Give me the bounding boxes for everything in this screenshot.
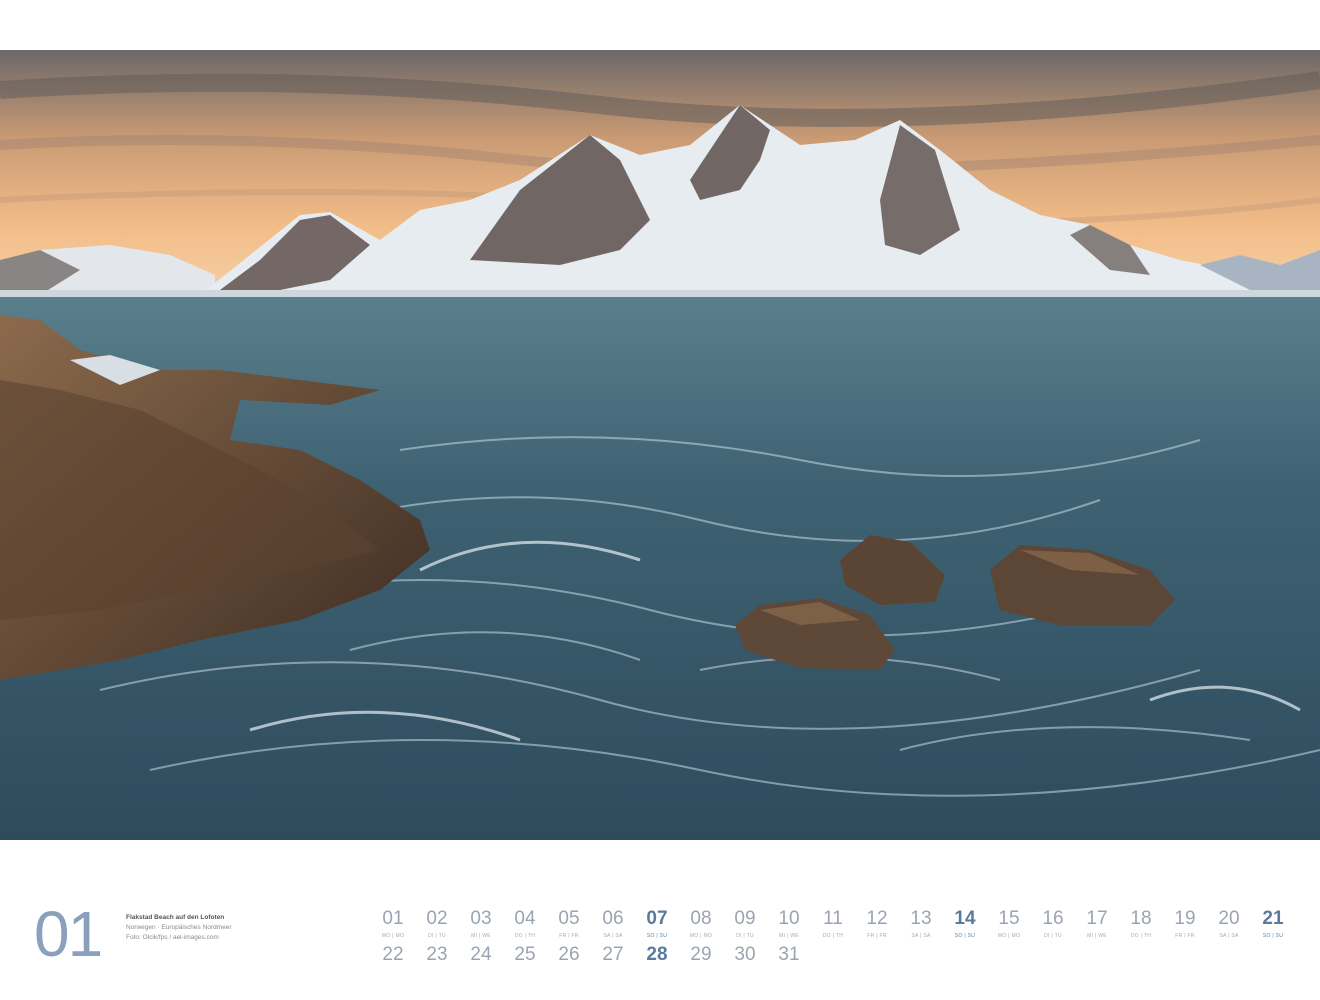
weekday-label: SA | SA (603, 933, 623, 939)
weekday-label: MO | MO (381, 933, 405, 939)
day-number: 08 (690, 908, 712, 929)
calendar-day: 05 FR | FR (547, 908, 591, 940)
caption-credit: Foto: Olcik/fps / ael-images.com (126, 934, 219, 941)
landscape-photo (0, 50, 1320, 840)
weekday-label: FR | FR (1175, 933, 1195, 939)
day-number: 12 (866, 908, 888, 929)
day-number: 05 (558, 908, 580, 929)
weekday-label: DI | TU (428, 933, 446, 939)
weekday-label: DO | TH (514, 933, 536, 939)
weekday-label: MI | WE (779, 933, 799, 939)
day-number: 14 (954, 908, 976, 929)
calendar-day: 24 (459, 944, 503, 966)
calendar-day: 29 (679, 944, 723, 966)
weekday-label: MO | MO (689, 933, 713, 939)
day-number: 03 (470, 908, 492, 929)
calendar-day: 13 SA | SA (899, 908, 943, 940)
calendar-day: 12 FR | FR (855, 908, 899, 940)
day-number: 07 (646, 908, 668, 929)
caption-title: Flakstad Beach auf den Lofoten (126, 914, 225, 921)
calendar-day: 03 MI | WE (459, 908, 503, 940)
caption-location: Norwegen · Europäisches Nordmeer (126, 924, 232, 931)
day-number: 10 (778, 908, 800, 929)
calendar-day: 04 DO | TH (503, 908, 547, 940)
weekday-label: DI | TU (736, 933, 754, 939)
weekday-label: DI | TU (1044, 933, 1062, 939)
day-number: 20 (1218, 908, 1240, 929)
calendar-day: 17 MI | WE (1075, 908, 1119, 940)
day-number: 06 (602, 908, 624, 929)
day-number: 13 (910, 908, 932, 929)
day-number: 18 (1130, 908, 1152, 929)
calendar-day: 07 SO | SU (635, 908, 679, 940)
calendar-day: 25 (503, 944, 547, 966)
day-number: 04 (514, 908, 536, 929)
day-number: 26 (558, 944, 580, 965)
weekday-label: MI | WE (1087, 933, 1107, 939)
month-number: 01 (34, 898, 103, 970)
calendar-day: 01 MO | MO (371, 908, 415, 940)
day-number: 22 (382, 944, 404, 965)
day-number: 09 (734, 908, 756, 929)
weekday-label: FR | FR (867, 933, 887, 939)
calendar-day: 08 MO | MO (679, 908, 723, 940)
day-number: 27 (602, 944, 624, 965)
calendar-day: 19 FR | FR (1163, 908, 1207, 940)
calendar-day: 27 (591, 944, 635, 966)
weekday-label: SO | SU (646, 933, 668, 939)
day-number: 17 (1086, 908, 1108, 929)
calendar-day: 22 (371, 944, 415, 966)
day-number: 11 (823, 908, 843, 929)
calendar-day: 28 (635, 944, 679, 966)
day-number: 24 (470, 944, 492, 965)
weekday-label: MO | MO (997, 933, 1021, 939)
day-number: 28 (646, 944, 668, 965)
weekday-label: DO | TH (822, 933, 844, 939)
calendar-day: 11 DO | TH (811, 908, 855, 940)
calendar-day: 15 MO | MO (987, 908, 1031, 940)
calendar-day: 20 SA | SA (1207, 908, 1251, 940)
calendar-day: 23 (415, 944, 459, 966)
day-number: 15 (998, 908, 1020, 929)
weekday-label: SA | SA (911, 933, 931, 939)
day-number: 02 (426, 908, 448, 929)
day-number: 16 (1042, 908, 1064, 929)
calendar-day: 16 DI | TU (1031, 908, 1075, 940)
day-number: 23 (426, 944, 448, 965)
calendar-day: 18 DO | TH (1119, 908, 1163, 940)
weekday-label: SO | SU (954, 933, 976, 939)
weekday-label: MI | WE (471, 933, 491, 939)
day-number: 29 (690, 944, 712, 965)
weekday-label: FR | FR (559, 933, 579, 939)
day-number: 19 (1174, 908, 1196, 929)
weekday-label: SA | SA (1219, 933, 1239, 939)
day-number: 21 (1262, 908, 1284, 929)
photo-caption: Flakstad Beach auf den Lofoten Norwegen … (126, 913, 232, 943)
calendar-day: 26 (547, 944, 591, 966)
calendar-day: 06 SA | SA (591, 908, 635, 940)
day-number: 25 (514, 944, 536, 965)
calendar-day: 31 (767, 944, 811, 966)
calendar-day: 14 SO | SU (943, 908, 987, 940)
weekday-label: SO | SU (1262, 933, 1284, 939)
calendar-day: 09 DI | TU (723, 908, 767, 940)
day-number: 31 (778, 944, 800, 965)
calendar-day: 30 (723, 944, 767, 966)
day-number: 30 (734, 944, 756, 965)
calendar-day: 10 MI | WE (767, 908, 811, 940)
calendar-day: 02 DI | TU (415, 908, 459, 940)
weekday-label: DO | TH (1130, 933, 1152, 939)
calendar-day: 21 SO | SU (1251, 908, 1295, 940)
day-number: 01 (382, 908, 404, 929)
